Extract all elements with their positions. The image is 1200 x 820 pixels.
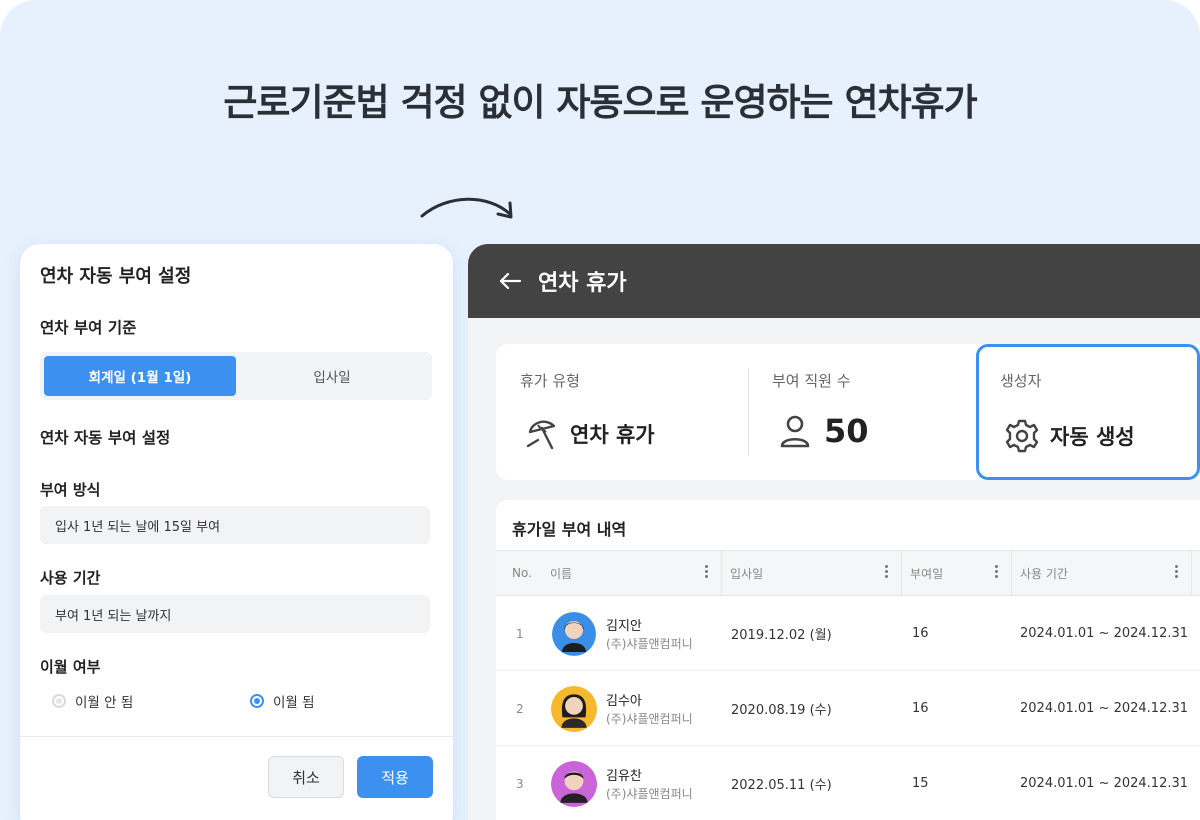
granted-days: 16 [912, 626, 929, 641]
leave-type-text: 연차 휴가 [570, 423, 655, 447]
kebab-icon[interactable] [995, 565, 999, 579]
employee-count-number: 50 [824, 412, 869, 450]
col-no: No. [512, 566, 532, 580]
modal-title: 연차 자동 부여 설정 [40, 266, 192, 287]
employee-company: (주)샤플앤컴퍼니 [606, 787, 693, 801]
basis-segmented-control: 회계일 (1월 1일) 입사일 [40, 352, 432, 400]
radio-checked[interactable] [250, 694, 264, 708]
creator-label: 생성자 [1000, 372, 1042, 390]
stage: 근로기준법 걱정 없이 자동으로 운영하는 연차휴가 연차 자동 부여 설정 연… [0, 0, 1200, 820]
leave-app-window: 연차 휴가 휴가 유형 연차 휴가 부여 직원 수 50 생성자 자동 생성 휴… [468, 244, 1200, 820]
row-no: 1 [516, 626, 524, 641]
carry-label: 이월 여부 [40, 658, 101, 676]
radio-unchecked[interactable] [52, 694, 66, 708]
joined-date: 2020.08.19 (수) [731, 703, 832, 718]
col-name-label: 이름 [550, 566, 573, 581]
table-title: 휴가일 부여 내역 [512, 520, 627, 539]
kebab-icon[interactable] [1175, 565, 1179, 579]
col-days[interactable]: 부여일 [902, 551, 1012, 595]
curved-arrow-icon [420, 197, 513, 219]
basis-option-join-date[interactable]: 입사일 [236, 356, 428, 396]
auto-grant-label: 연차 자동 부여 설정 [40, 429, 171, 447]
col-name[interactable]: 이름 [542, 551, 722, 595]
divider [20, 736, 453, 737]
employee-name: 김지안 [606, 619, 642, 634]
usage-period: 2024.01.01 ~ 2024.12.31 [1020, 701, 1189, 716]
joined-date: 2022.05.11 (수) [731, 778, 832, 793]
divider [748, 368, 749, 456]
carry-option-no-label: 이월 안 됨 [75, 695, 134, 711]
creator-text: 자동 생성 [1050, 425, 1135, 449]
table-row[interactable]: 1 김지안 (주)샤플앤컴퍼니 2019.12.02 (월) 16 2024.0… [496, 596, 1200, 671]
grant-history-table: 휴가일 부여 내역 No. 이름 입사일 부여일 사용 기간 1 김지안 (주)… [496, 500, 1200, 820]
back-arrow-icon[interactable] [496, 267, 524, 295]
employee-count-label: 부여 직원 수 [772, 372, 851, 390]
gear-icon [1005, 419, 1039, 453]
joined-date: 2019.12.02 (월) [731, 628, 832, 643]
method-label: 부여 방식 [40, 481, 101, 499]
period-field[interactable]: 부여 1년 되는 날까지 [40, 595, 430, 633]
col-joined-label: 입사일 [730, 566, 764, 581]
leave-type-label: 휴가 유형 [520, 372, 580, 390]
auto-grant-settings-modal: 연차 자동 부여 설정 연차 부여 기준 회계일 (1월 1일) 입사일 연차 … [20, 244, 453, 820]
col-days-label: 부여일 [910, 566, 944, 581]
employee-count-value: 50 [778, 412, 869, 450]
headline: 근로기준법 걱정 없이 자동으로 운영하는 연차휴가 [223, 81, 977, 124]
avatar [551, 686, 597, 732]
employee-company: (주)샤플앤컴퍼니 [606, 712, 693, 726]
row-no: 3 [516, 776, 524, 791]
period-label: 사용 기간 [40, 569, 101, 587]
table-row[interactable]: 3 김유찬 (주)샤플앤컴퍼니 2022.05.11 (수) 15 2024.0… [496, 746, 1200, 820]
basis-label: 연차 부여 기준 [40, 319, 137, 337]
table-header: No. 이름 입사일 부여일 사용 기간 [496, 550, 1200, 596]
kebab-icon[interactable] [885, 565, 889, 579]
carry-option-no[interactable]: 이월 안 됨 [52, 691, 133, 711]
apply-button[interactable]: 적용 [357, 756, 433, 798]
col-period-label: 사용 기간 [1020, 566, 1068, 581]
avatar [551, 761, 597, 807]
employee-name: 김수아 [606, 694, 642, 709]
creator-value: 자동 생성 [1004, 418, 1135, 454]
col-joined[interactable]: 입사일 [722, 551, 902, 595]
usage-period: 2024.01.01 ~ 2024.12.31 [1020, 626, 1189, 641]
person-icon [780, 415, 810, 448]
cancel-button[interactable]: 취소 [268, 756, 344, 798]
granted-days: 15 [912, 776, 929, 791]
leave-type-value: 연차 휴가 [524, 416, 655, 452]
carry-option-yes-label: 이월 됨 [273, 695, 315, 711]
avatar [552, 612, 596, 656]
col-period[interactable]: 사용 기간 [1012, 551, 1192, 595]
creator-block: 생성자 자동 생성 [976, 344, 1200, 480]
app-header: 연차 휴가 [468, 244, 1200, 318]
kebab-icon[interactable] [705, 565, 709, 579]
table-row[interactable]: 2 김수아 (주)샤플앤컴퍼니 2020.08.19 (수) 16 2024.0… [496, 671, 1200, 746]
employee-name: 김유찬 [606, 769, 642, 784]
carry-option-yes[interactable]: 이월 됨 [250, 691, 315, 711]
page-title: 연차 휴가 [538, 271, 627, 296]
employee-company: (주)샤플앤컴퍼니 [606, 637, 693, 651]
method-field[interactable]: 입사 1년 되는 날에 15일 부여 [40, 506, 430, 544]
row-no: 2 [516, 701, 524, 716]
usage-period: 2024.01.01 ~ 2024.12.31 [1020, 776, 1189, 791]
granted-days: 16 [912, 701, 929, 716]
basis-option-fiscal[interactable]: 회계일 (1월 1일) [44, 356, 236, 396]
beach-umbrella-icon [526, 420, 556, 450]
